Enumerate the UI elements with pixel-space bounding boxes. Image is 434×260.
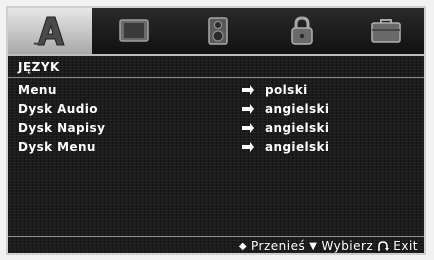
setting-row-disc-menu[interactable]: Dysk Menu angielski xyxy=(18,140,418,158)
divider xyxy=(8,77,424,78)
setting-value: angielski xyxy=(265,121,330,135)
section-title: JĘZYK xyxy=(18,60,60,74)
language-a-icon xyxy=(33,16,65,46)
tab-others[interactable] xyxy=(344,8,424,54)
tab-display[interactable] xyxy=(92,8,176,54)
move-arrows-icon: ◆ xyxy=(238,240,248,252)
exit-hint[interactable]: Exit xyxy=(393,239,418,253)
arrow-right-icon xyxy=(242,85,254,95)
arrow-right-icon xyxy=(242,123,254,133)
move-hint: Przenieś xyxy=(251,239,306,253)
setting-label: Menu xyxy=(18,83,57,97)
category-tab-strip xyxy=(8,8,424,56)
arrow-right-icon xyxy=(242,142,254,152)
setting-row-disc-subtitles[interactable]: Dysk Napisy angielski xyxy=(18,121,418,139)
setting-label: Dysk Menu xyxy=(18,140,96,154)
padlock-icon xyxy=(291,16,313,45)
arrow-right-icon xyxy=(242,104,254,114)
select-arrow-icon: ▼ xyxy=(309,240,318,252)
setup-menu-panel: JĘZYK Menu polski Dysk Audio angielski D… xyxy=(6,6,426,255)
setting-value: angielski xyxy=(265,140,330,154)
speaker-icon xyxy=(208,17,228,45)
setting-row-menu[interactable]: Menu polski xyxy=(18,83,418,101)
setting-value: polski xyxy=(265,83,308,97)
key-hints-bar: ◆ Przenieś ▼ Wybierz Exit xyxy=(238,238,418,253)
setting-label: Dysk Napisy xyxy=(18,121,106,135)
setting-row-disc-audio[interactable]: Dysk Audio angielski xyxy=(18,102,418,120)
screenshot-frame: JĘZYK Menu polski Dysk Audio angielski D… xyxy=(0,0,434,260)
setting-label: Dysk Audio xyxy=(18,102,98,116)
setting-value: angielski xyxy=(265,102,330,116)
return-icon xyxy=(378,240,390,251)
tv-screen-icon xyxy=(119,19,149,42)
tab-language[interactable] xyxy=(8,8,92,54)
select-hint: Wybierz xyxy=(321,239,374,253)
footer-divider xyxy=(8,236,424,237)
tab-lock[interactable] xyxy=(260,8,344,54)
briefcase-icon xyxy=(371,19,401,43)
tab-audio[interactable] xyxy=(176,8,260,54)
